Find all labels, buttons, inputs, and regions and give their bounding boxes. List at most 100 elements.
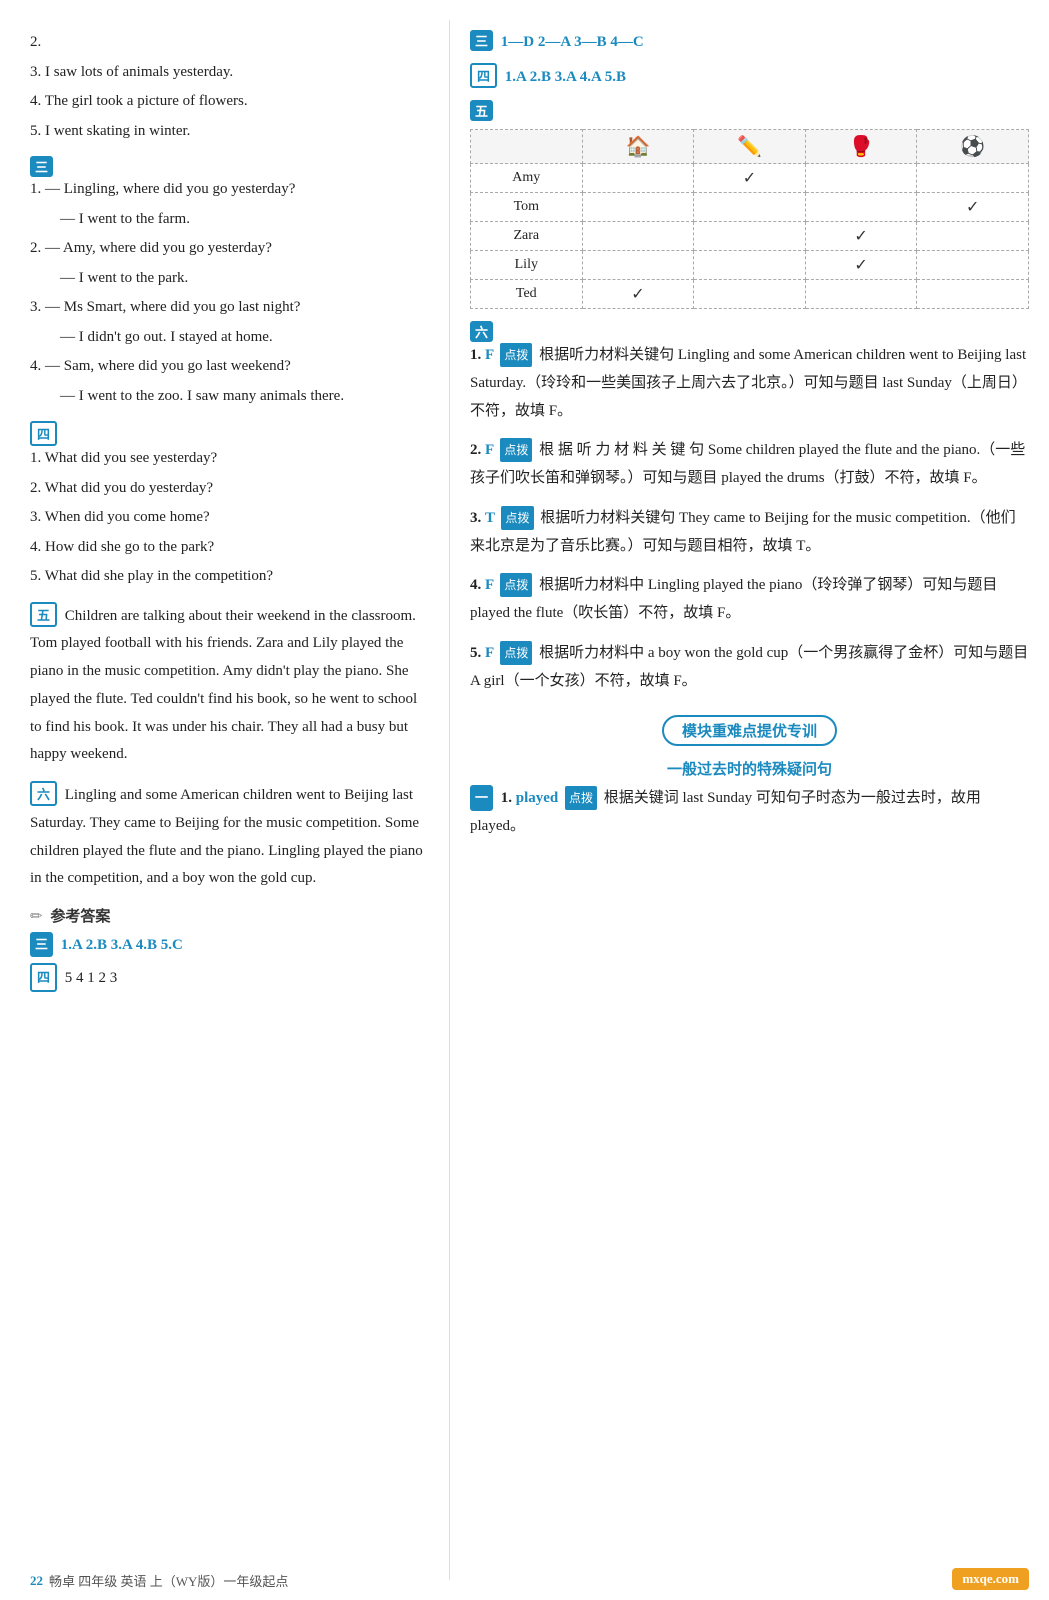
ans-num-2: 2. [470, 442, 481, 458]
tip-label-4: 点拨 [500, 573, 532, 597]
page: 2. 3. I saw lots of animals yesterday. 4… [0, 0, 1049, 1600]
ans-6-2: 2. F 点拨 根 据 听 力 材 料 关 键 句 Some children … [470, 437, 1029, 493]
right-section-5: 五 🏠 ✏️ 🥊 [470, 100, 1029, 309]
table-row: Zara ✓ [471, 222, 1029, 251]
page-number: 22 [30, 1573, 43, 1589]
table-row: Ted ✓ [471, 280, 1029, 309]
amy-pen: ✓ [694, 164, 806, 193]
dialogue-2-q: 2. — Amy, where did you go yesterday? [30, 236, 429, 262]
ans-text-2: 根 据 听 力 材 料 关 键 句 Some children played t… [470, 442, 1025, 486]
zara-glove: ✓ [805, 222, 917, 251]
module-num-1: 1. [501, 790, 512, 806]
ted-pen [694, 280, 806, 309]
ans-val-5: F [485, 645, 497, 661]
table-row: Lily ✓ [471, 251, 1029, 280]
lily-glove: ✓ [805, 251, 917, 280]
right-section-6-ans: 六 1. F 点拨 根据听力材料关键句 Lingling and some Am… [470, 321, 1029, 695]
zara-ball [917, 222, 1029, 251]
right-section-3-ans: 三 1—D 2—A 3—B 4—C [470, 30, 1029, 51]
q1: 1. What did you see yesterday? [30, 446, 429, 472]
zara-pen [694, 222, 806, 251]
ted-glove [805, 280, 917, 309]
section-icon-5: 五 [30, 602, 57, 627]
answer-icon-si: 四 [30, 963, 57, 992]
section-3-dialogues: 三 1. — Lingling, where did you go yester… [30, 156, 429, 409]
table-row: Amy ✓ [471, 164, 1029, 193]
tip-label-2: 点拨 [500, 438, 532, 462]
section-icon-6: 六 [30, 781, 57, 806]
right-icon-3: 三 [470, 30, 493, 51]
watermark-text: mxqe.com [952, 1568, 1029, 1590]
table-row: Tom ✓ [471, 193, 1029, 222]
q2: 2. What did you do yesterday? [30, 476, 429, 502]
dialogue-1-a: — I went to the farm. [30, 207, 429, 233]
name-ted: Ted [471, 280, 583, 309]
name-tom: Tom [471, 193, 583, 222]
house-icon: 🏠 [625, 136, 650, 158]
ans-text-1: 根据听力材料关键句 Lingling and some American chi… [470, 347, 1027, 419]
lily-house [582, 251, 694, 280]
ans-text-3: 根据听力材料关键句 They came to Beijing for the m… [470, 510, 1016, 554]
section-icon-4: 四 [30, 421, 57, 446]
amy-glove [805, 164, 917, 193]
q4: 4. How did she go to the park? [30, 535, 429, 561]
dialogue-3-a: — I didn't go out. I stayed at home. [30, 325, 429, 351]
item-num: 4. [30, 93, 41, 109]
list-item: 5. I went skating in winter. [30, 119, 429, 145]
ted-ball [917, 280, 1029, 309]
lily-pen [694, 251, 806, 280]
section-icon-3: 三 [30, 156, 53, 177]
name-lily: Lily [471, 251, 583, 280]
right-column: 三 1—D 2—A 3—B 4—C 四 1.A 2.B 3.A 4.A 5.B … [450, 20, 1049, 1580]
name-zara: Zara [471, 222, 583, 251]
item-num: 3. [30, 64, 41, 80]
table-header-glove: 🥊 [805, 130, 917, 164]
answer-row-si: 四 5 4 1 2 3 [30, 963, 429, 992]
module-tip-1: 点拨 [565, 786, 597, 810]
answer-row-san: 三 1.A 2.B 3.A 4.B 5.C [30, 932, 429, 959]
ball-icon: ⚽ [960, 136, 985, 158]
tom-house [582, 193, 694, 222]
left-column: 2. 3. I saw lots of animals yesterday. 4… [0, 20, 450, 1580]
module-section: 模块重难点提优专训 一般过去时的特殊疑问句 一 1. played 点拨 根据关… [470, 707, 1029, 841]
right-ans-3: 1—D 2—A 3—B 4—C [501, 34, 644, 50]
lily-ball [917, 251, 1029, 280]
ans-val-1: F [485, 347, 497, 363]
list-item: 2. [30, 30, 429, 56]
zara-house [582, 222, 694, 251]
book-title: 畅卓 四年级 英语 上（WY版）一年级起点 [49, 1571, 288, 1590]
ans-text-4: 根据听力材料中 Lingling played the piano（玲玲弹了钢琴… [470, 577, 997, 621]
tip-label-1: 点拨 [500, 343, 532, 367]
ans-val-3: T [485, 510, 498, 526]
section-6-passage: 六 Lingling and some American children we… [30, 781, 429, 893]
ted-house: ✓ [582, 280, 694, 309]
item-num: 5. [30, 123, 41, 139]
name-amy: Amy [471, 164, 583, 193]
answer-san-val: 1.A 2.B 3.A 4.B 5.C [61, 937, 183, 953]
list-item: 4. The girl took a picture of flowers. [30, 89, 429, 115]
dialogue-3-q: 3. — Ms Smart, where did you go last nig… [30, 295, 429, 321]
dialogue-2-a: — I went to the park. [30, 266, 429, 292]
bottom-bar: 22 畅卓 四年级 英语 上（WY版）一年级起点 [0, 1571, 450, 1590]
module-icon-1: 一 [470, 785, 493, 811]
module-subtitle: 一般过去时的特殊疑问句 [470, 758, 1029, 779]
list-item: 3. I saw lots of animals yesterday. [30, 60, 429, 86]
ans-6-5: 5. F 点拨 根据听力材料中 a boy won the gold cup（一… [470, 640, 1029, 696]
module-val-1: played [516, 790, 562, 806]
item-text: The girl took a picture of flowers. [45, 93, 248, 109]
tom-glove [805, 193, 917, 222]
ans-num-1: 1. [470, 347, 481, 363]
section-5-passage: 五 Children are talking about their weeke… [30, 602, 429, 770]
tom-pen [694, 193, 806, 222]
amy-ball [917, 164, 1029, 193]
q5: 5. What did she play in the competition? [30, 564, 429, 590]
right-ans-4: 1.A 2.B 3.A 4.A 5.B [505, 69, 626, 85]
passage-5: Children are talking about their weekend… [30, 608, 417, 763]
dialogue-4-q: 4. — Sam, where did you go last weekend? [30, 354, 429, 380]
ans-num-5: 5. [470, 645, 481, 661]
passage-6: Lingling and some American children went… [30, 787, 423, 886]
tom-ball: ✓ [917, 193, 1029, 222]
table-header-ball: ⚽ [917, 130, 1029, 164]
answer-icon-san: 三 [30, 932, 53, 957]
q3: 3. When did you come home? [30, 505, 429, 531]
